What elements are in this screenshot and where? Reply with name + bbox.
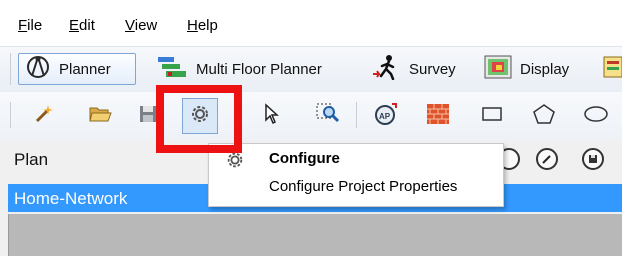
access-point-icon: AP — [374, 102, 398, 131]
menu-view[interactable]: View — [125, 17, 157, 34]
toolbar-separator — [236, 102, 237, 128]
mode-display-label: Display — [520, 60, 570, 78]
plan-panel-title: Plan — [14, 150, 49, 169]
toolbar-grip — [10, 102, 11, 128]
mode-display-button[interactable]: Display — [478, 53, 588, 85]
menu-edit[interactable]: Edit — [69, 17, 95, 34]
new-sparkle-icon — [33, 103, 55, 130]
ellipse-icon — [582, 104, 610, 129]
edit-pencil-icon[interactable] — [536, 148, 558, 170]
brick-wall-icon — [426, 103, 450, 130]
report-icon — [602, 55, 622, 83]
mode-multi-floor-label: Multi Floor Planner — [196, 60, 322, 78]
menu-file[interactable]: File — [18, 17, 42, 34]
gear-icon — [225, 150, 245, 175]
toolbar-grip — [10, 53, 11, 85]
rectangle-tool-button[interactable] — [474, 98, 510, 134]
wall-tool-button[interactable] — [420, 98, 456, 134]
gear-icon — [189, 103, 211, 130]
configure-dropdown-menu: Configure Configure Project Properties — [208, 143, 504, 207]
mode-overflow-button[interactable] — [596, 53, 622, 85]
open-project-button[interactable] — [82, 98, 118, 134]
new-project-button[interactable] — [26, 98, 62, 134]
multi-floor-icon — [156, 55, 188, 83]
pointer-icon — [263, 102, 281, 130]
toolbar-separator — [356, 102, 357, 128]
mode-planner-label: Planner — [59, 60, 111, 78]
save-icon — [137, 103, 159, 130]
panel-save-icon[interactable] — [582, 148, 604, 170]
mode-survey-label: Survey — [409, 60, 456, 78]
select-tool-button[interactable] — [254, 98, 290, 134]
menu-item-configure[interactable]: Configure — [269, 150, 340, 167]
zoom-select-icon — [316, 103, 340, 130]
svg-text:AP: AP — [379, 112, 391, 121]
plan-canvas[interactable] — [8, 214, 622, 256]
heatmap-display-icon — [484, 55, 512, 83]
mode-planner-button[interactable]: Planner — [18, 53, 136, 85]
app-window: File Edit View Help Planner Multi Floor … — [0, 0, 622, 256]
rectangle-icon — [480, 104, 504, 129]
polygon-icon — [532, 103, 556, 130]
configure-tool-button[interactable] — [182, 98, 218, 134]
compass-icon — [25, 54, 51, 84]
open-folder-icon — [88, 103, 112, 130]
menu-bar: File Edit View Help — [0, 0, 622, 46]
walking-person-icon — [371, 54, 401, 84]
mode-survey-button[interactable]: Survey — [365, 53, 473, 85]
access-point-tool-button[interactable]: AP — [368, 98, 404, 134]
plan-tree-item-label: Home-Network — [14, 189, 128, 208]
mode-toolbar: Planner Multi Floor Planner Survey Displ… — [0, 46, 622, 93]
menu-item-configure-project-properties[interactable]: Configure Project Properties — [269, 178, 457, 195]
tools-toolbar: AP — [0, 92, 622, 141]
polygon-tool-button[interactable] — [526, 98, 562, 134]
mode-multi-floor-button[interactable]: Multi Floor Planner — [150, 53, 358, 85]
ellipse-tool-button[interactable] — [578, 98, 614, 134]
zoom-select-tool-button[interactable] — [310, 98, 346, 134]
save-project-button[interactable] — [130, 98, 166, 134]
menu-help[interactable]: Help — [187, 17, 218, 34]
